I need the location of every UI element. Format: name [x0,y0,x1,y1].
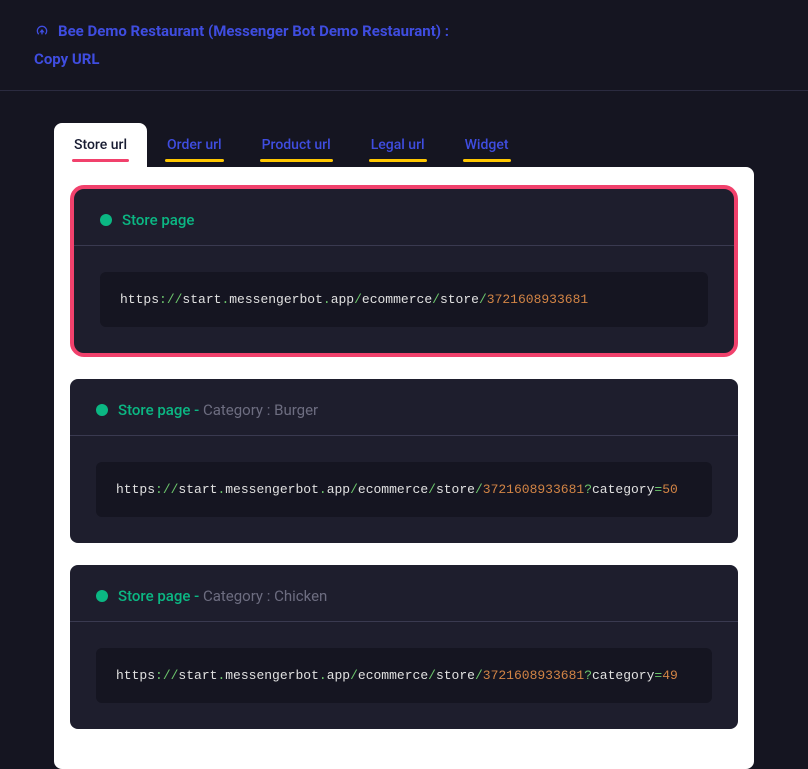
url-token: messengerbot [225,668,319,683]
card-header: Store page - Category : Chicken [70,565,738,622]
url-card: Store pagehttps://start.messengerbot.app… [70,185,738,357]
tab-widget[interactable]: Widget [445,123,529,167]
url-token: / [350,482,358,497]
url-token: 3721608933681 [483,482,584,497]
card-title-main: Store page - [118,587,203,605]
url-token: category [592,482,654,497]
url-token: store [436,482,475,497]
content-area: Store url Order url Product url Legal url Wi… [0,91,808,769]
gauge-icon [34,23,50,39]
url-token: 50 [662,482,678,497]
url-card: Store page - Category : Chickenhttps://s… [70,565,738,729]
tab-underline [369,159,427,162]
tab-underline [165,159,224,162]
url-token: start [182,292,221,307]
url-token: app [327,668,350,683]
card-body: https://start.messengerbot.app/ecommerce… [70,436,738,543]
card-header: Store page [74,189,734,246]
url-token: . [319,668,327,683]
header-title-row: Bee Demo Restaurant (Messenger Bot Demo … [34,22,774,40]
url-token: / [475,668,483,683]
tab-store-url[interactable]: Store url [54,123,147,167]
url-token: start [178,668,217,683]
url-token: ecommerce [358,482,428,497]
tab-legal-url[interactable]: Legal url [351,123,445,167]
tab-underline [260,159,333,162]
url-token: . [319,482,327,497]
tab-order-url[interactable]: Order url [147,123,242,167]
url-token: / [428,668,436,683]
tab-bar: Store url Order url Product url Legal url Wi… [54,123,754,167]
tab-underline [72,159,129,162]
url-token: :// [159,292,182,307]
url-token: store [440,292,479,307]
card-body: https://start.messengerbot.app/ecommerce… [74,246,734,353]
card-title: Store page - Category : Burger [118,401,318,419]
url-token: :// [155,668,178,683]
url-token: ? [584,482,592,497]
url-display[interactable]: https://start.messengerbot.app/ecommerce… [96,462,712,517]
header-title-text: Bee Demo Restaurant (Messenger Bot Demo … [58,22,449,40]
url-token: 3721608933681 [483,668,584,683]
card-title: Store page - Category : Chicken [118,587,327,605]
header-subtitle: Copy URL [34,50,774,68]
card-title-main: Store page - [118,401,203,419]
url-token: start [178,482,217,497]
url-token: :// [155,482,178,497]
url-token: store [436,668,475,683]
url-token: https [120,292,159,307]
url-token: . [323,292,331,307]
status-dot-icon [96,404,108,416]
tab-label: Legal url [371,137,425,153]
tab-product-url[interactable]: Product url [242,123,351,167]
url-token: / [432,292,440,307]
url-token: / [428,482,436,497]
url-token: messengerbot [225,482,319,497]
url-token: app [327,482,350,497]
card-body: https://start.messengerbot.app/ecommerce… [70,622,738,729]
tab-panel: Store pagehttps://start.messengerbot.app… [54,167,754,769]
url-token: / [475,482,483,497]
url-token: 49 [662,668,678,683]
url-display[interactable]: https://start.messengerbot.app/ecommerce… [96,648,712,703]
url-token: 3721608933681 [487,292,588,307]
card-title-main: Store page [122,211,194,229]
url-token: / [350,668,358,683]
url-token: https [116,482,155,497]
url-token: ? [584,668,592,683]
tab-label: Widget [465,137,509,153]
tab-label: Store url [74,137,127,153]
url-token: category [592,668,654,683]
url-token: ecommerce [358,668,428,683]
url-token: / [354,292,362,307]
tab-underline [463,159,511,162]
url-token: / [479,292,487,307]
url-token: ecommerce [362,292,432,307]
card-title: Store page [122,211,194,229]
page-header: Bee Demo Restaurant (Messenger Bot Demo … [0,0,808,91]
card-title-sub: Category : Burger [203,401,318,419]
tab-label: Order url [167,137,222,153]
card-title-sub: Category : Chicken [203,587,327,605]
url-token: app [331,292,354,307]
status-dot-icon [100,214,112,226]
url-card: Store page - Category : Burgerhttps://st… [70,379,738,543]
url-token: messengerbot [229,292,323,307]
status-dot-icon [96,590,108,602]
url-display[interactable]: https://start.messengerbot.app/ecommerce… [100,272,708,327]
card-header: Store page - Category : Burger [70,379,738,436]
tab-label: Product url [262,137,331,153]
url-token: https [116,668,155,683]
